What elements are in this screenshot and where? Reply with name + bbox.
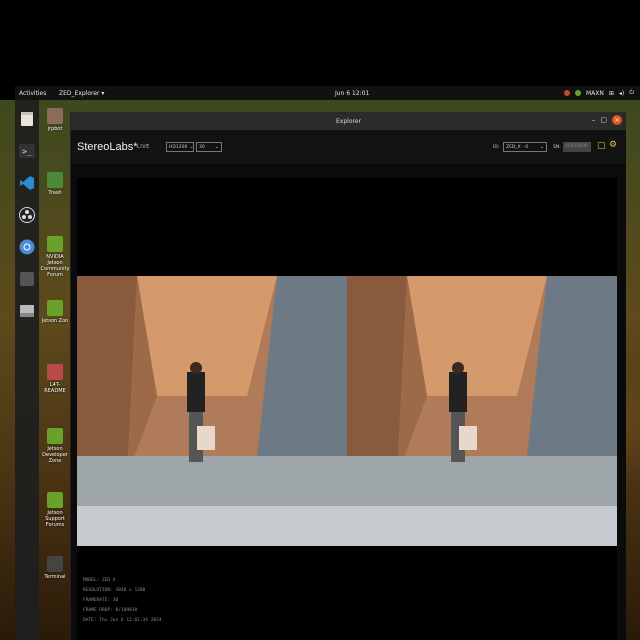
desktop-icon-label: L4T-README xyxy=(44,382,66,394)
zed-explorer-icon[interactable] xyxy=(18,270,36,288)
desktop-icon-label: NVIDIA Jetson Community Forum xyxy=(40,254,70,278)
dock: >_ xyxy=(15,100,39,640)
chevron-down-icon: ⌄ xyxy=(214,144,219,150)
desktop-icon-label: Trash xyxy=(48,190,62,196)
left-camera-frame xyxy=(77,276,347,546)
explorer-window: Explorer – ▢ × StereoLabs* LIVE HD1200 ⌄… xyxy=(70,112,626,640)
fps-select[interactable]: 30 ⌄ xyxy=(196,142,222,152)
system-top-bar: Activities ZED_Explorer ▾ Jun 6 12:01 MA… xyxy=(15,86,640,100)
terminal-icon xyxy=(47,556,63,572)
desktop-icon[interactable]: Jetson Support Forums xyxy=(40,488,70,552)
desktop-icon[interactable]: NVIDIA Jetson Community Forum xyxy=(40,232,70,296)
desktop-icon[interactable]: L4T-README xyxy=(40,360,70,424)
activities-button[interactable]: Activities xyxy=(19,90,46,97)
settings-gear-icon[interactable]: ⚙ xyxy=(609,140,617,150)
svg-text:>_: >_ xyxy=(22,147,32,156)
video-letterbox-top xyxy=(0,0,640,86)
minimize-button[interactable]: – xyxy=(592,116,596,124)
trash-icon xyxy=(47,172,63,188)
drive-icon xyxy=(47,364,63,380)
nvidia-link-icon xyxy=(47,236,63,252)
nvidia-link-icon xyxy=(47,492,63,508)
resolution-select[interactable]: HD1200 ⌄ xyxy=(166,142,194,152)
camera-frame-drop: FRAME DROP: 0/109838 xyxy=(83,608,138,613)
window-title: Explorer xyxy=(336,117,361,125)
record-icon[interactable]: ▢ xyxy=(597,141,606,151)
chevron-down-icon: ⌄ xyxy=(539,144,544,150)
right-camera-frame xyxy=(347,276,617,546)
desktop-icon-label: jrpbot xyxy=(47,126,63,132)
desktop-icons: jrpbot Trash NVIDIA Jetson Community Forum… xyxy=(40,104,70,616)
atrium-scene-image-right xyxy=(347,276,617,546)
camera-id-select[interactable]: ZED_X - 0 ⌄ xyxy=(503,142,547,152)
power-icon[interactable]: ⏻ xyxy=(629,89,634,97)
chevron-down-icon: ⌄ xyxy=(189,144,194,150)
clock[interactable]: Jun 6 12:01 xyxy=(335,90,369,97)
fps-value: 30 xyxy=(199,144,205,150)
stereolabs-logo: StereoLabs* xyxy=(77,141,138,153)
desktop-icon-label: Jetson Zoo xyxy=(41,318,69,324)
nvidia-power-icon[interactable] xyxy=(563,90,570,96)
nvidia-link-icon xyxy=(47,300,63,316)
camera-framerate: FRAMERATE: 30 xyxy=(83,598,119,603)
folder-icon xyxy=(47,108,63,124)
desktop-icon[interactable]: Terminal xyxy=(40,552,70,616)
desktop-icon[interactable]: jrpbot xyxy=(40,104,70,168)
app-header: StereoLabs* LIVE HD1200 ⌄ 30 ⌄ ID: ZED_X… xyxy=(71,130,626,164)
power-mode-label[interactable]: MAXN xyxy=(586,90,604,97)
power-mode-icon xyxy=(574,90,581,96)
close-button[interactable]: × xyxy=(612,115,622,125)
camera-id-value: ZED_X - 0 xyxy=(506,144,529,150)
sn-label: SN: xyxy=(553,144,561,150)
resolution-value: HD1200 xyxy=(169,144,188,150)
drive-icon[interactable] xyxy=(18,302,36,320)
desktop-icon-label: Jetson Developer Zone xyxy=(42,446,68,464)
camera-info-overlay: MODEL: ZED X RESOLUTION: 3840 x 1200 FRA… xyxy=(83,576,162,626)
desktop-icon-label: Jetson Support Forums xyxy=(45,510,65,528)
nvidia-link-icon xyxy=(47,428,63,444)
desktop-icon[interactable]: Jetson Zoo xyxy=(40,296,70,360)
window-titlebar[interactable]: Explorer – ▢ × xyxy=(71,112,626,130)
live-badge: LIVE xyxy=(137,144,150,150)
network-icon[interactable]: ⊞ xyxy=(609,90,614,97)
atrium-scene-image-left xyxy=(77,276,347,546)
app-menu[interactable]: ZED_Explorer ▾ xyxy=(59,90,104,97)
id-label: ID: xyxy=(493,144,500,150)
camera-model: MODEL: ZED X xyxy=(83,578,116,583)
terminal-icon[interactable]: >_ xyxy=(18,142,36,160)
maximize-button[interactable]: ▢ xyxy=(600,116,607,124)
system-tray[interactable]: MAXN ⊞ ◂) ⏻ xyxy=(563,89,634,97)
volume-icon[interactable]: ◂) xyxy=(619,90,624,97)
serial-number-field: 40020836 xyxy=(563,142,591,152)
camera-date: DATE: Thu Jun 6 12:01:34 2024 xyxy=(83,618,162,623)
obs-icon[interactable] xyxy=(18,206,36,224)
chromium-icon[interactable] xyxy=(18,238,36,256)
desktop-icon-label: Terminal xyxy=(44,574,66,580)
files-icon[interactable] xyxy=(18,110,36,128)
vscode-icon[interactable] xyxy=(18,174,36,192)
camera-resolution: RESOLUTION: 3840 x 1200 xyxy=(83,588,146,593)
desktop-icon[interactable]: Trash xyxy=(40,168,70,232)
desktop-icon[interactable]: Jetson Developer Zone xyxy=(40,424,70,488)
video-viewport[interactable]: MODEL: ZED X RESOLUTION: 3840 x 1200 FRA… xyxy=(77,178,617,640)
